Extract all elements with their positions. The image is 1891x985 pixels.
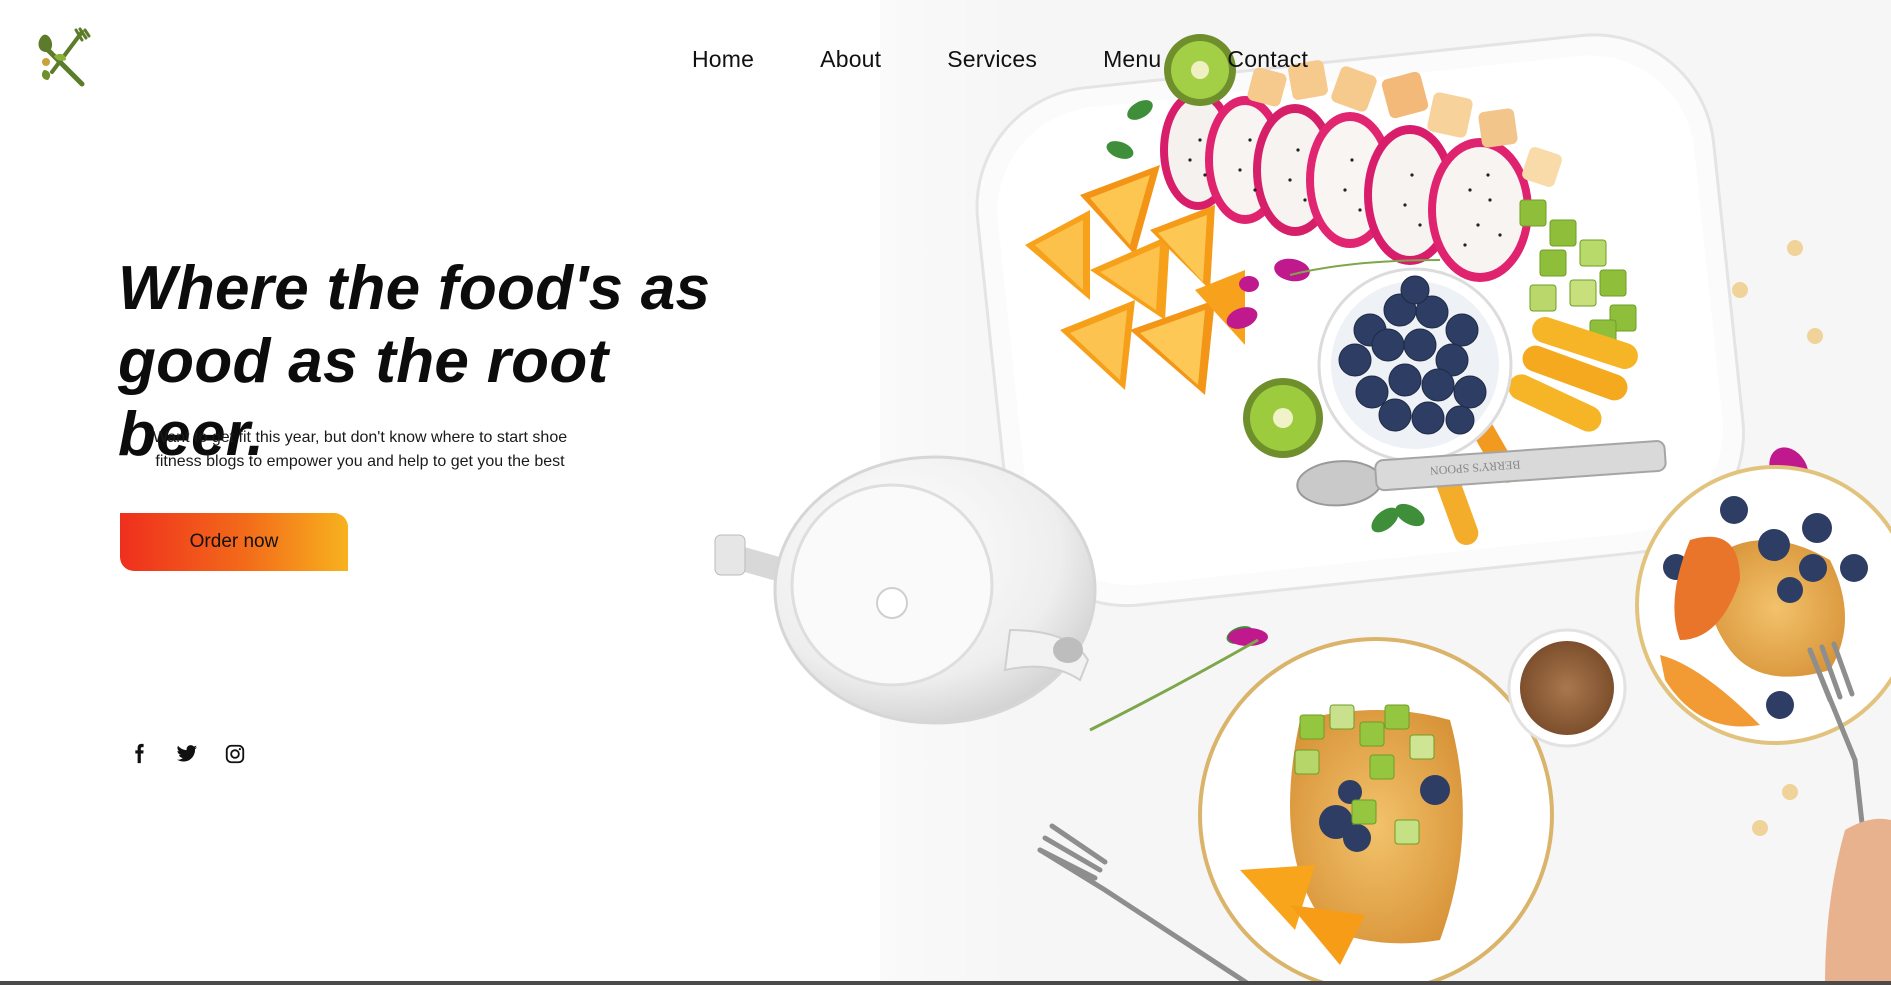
nav-item-menu[interactable]: Menu bbox=[1103, 44, 1161, 74]
hero-food-image: BERRY'S SPOON bbox=[700, 0, 1891, 985]
main-nav: Home About Services Menu Contact bbox=[692, 44, 1308, 74]
order-now-button[interactable]: Order now bbox=[120, 513, 348, 571]
landing-page: BERRY'S SPOON Home About Services Menu C… bbox=[0, 0, 1891, 985]
nav-item-about[interactable]: About bbox=[820, 44, 881, 74]
hero-headline-line-1: Where the food's as bbox=[118, 254, 711, 323]
hero-description-line-1: Want to get fit this year, but don't kno… bbox=[152, 429, 568, 446]
hero-description: Want to get fit this year, but don't kno… bbox=[130, 426, 590, 474]
page-bottom-border bbox=[0, 981, 1891, 985]
facebook-icon[interactable] bbox=[128, 743, 150, 765]
spoon-fork-leaf-icon[interactable] bbox=[30, 26, 94, 90]
nav-item-home[interactable]: Home bbox=[692, 44, 754, 74]
twitter-icon[interactable] bbox=[176, 743, 198, 765]
nav-item-services[interactable]: Services bbox=[947, 44, 1037, 74]
nav-item-contact[interactable]: Contact bbox=[1227, 44, 1308, 74]
instagram-icon[interactable] bbox=[224, 743, 246, 765]
hero-description-line-2: fitness blogs to empower you and help to… bbox=[155, 453, 565, 470]
social-links bbox=[128, 743, 272, 765]
